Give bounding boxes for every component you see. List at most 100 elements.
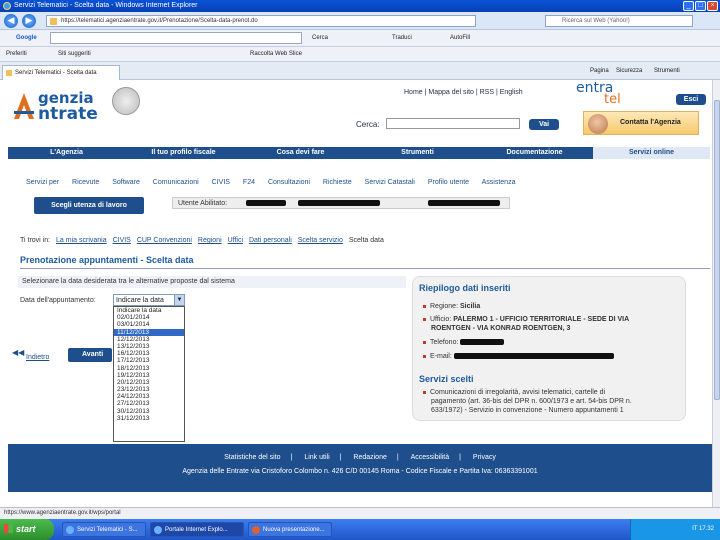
subnav-item[interactable]: Consultazioni [268, 179, 310, 186]
nav-agenzia[interactable]: L'Agenzia [8, 147, 125, 159]
date-option[interactable]: 27/12/2013 [114, 400, 184, 407]
subnav-item[interactable]: F24 [243, 179, 255, 186]
date-option[interactable]: 23/12/2013 [114, 386, 184, 393]
menu-sicurezza[interactable]: Sicurezza [616, 66, 642, 77]
window-title: Servizi Telematici - Scelta data - Windo… [14, 2, 198, 9]
subnav-item[interactable]: Richieste [323, 179, 352, 186]
nav-documentazione[interactable]: Documentazione [476, 147, 593, 159]
subnav-item[interactable]: Servizi per [26, 179, 59, 186]
toolbar-traduci[interactable]: Traduci [392, 33, 412, 44]
date-option[interactable]: 16/12/2013 [114, 350, 184, 357]
choose-utenza-button[interactable]: Scegli utenza di lavoro [34, 197, 144, 214]
breadcrumb-link[interactable]: CUP Convenzioni [137, 237, 192, 244]
summary-telefono: Telefono: [423, 339, 505, 346]
minimize-button[interactable]: _ [683, 1, 694, 11]
forward-button[interactable]: ▶ [22, 14, 36, 28]
nav-strumenti[interactable]: Strumenti [359, 147, 476, 159]
subnav-item[interactable]: Servizi Catastali [365, 179, 415, 186]
date-option[interactable]: 18/12/2013 [114, 365, 184, 372]
start-button[interactable]: start [0, 519, 54, 540]
date-option[interactable]: 19/12/2013 [114, 372, 184, 379]
breadcrumb-link[interactable]: Regioni [198, 237, 222, 244]
footer-link[interactable]: Privacy [473, 454, 496, 461]
date-option[interactable]: 31/12/2013 [114, 415, 184, 422]
date-dropdown-list: Indicare la data 02/01/2014 03/01/2014 11/1… [113, 306, 185, 442]
title-divider [20, 268, 710, 269]
fav-siti-suggeriti[interactable]: Siti suggeriti [58, 49, 91, 60]
date-option[interactable]: 02/01/2014 [114, 314, 184, 321]
subnav-item[interactable]: Assistenza [482, 179, 516, 186]
subnav-item[interactable]: Software [112, 179, 140, 186]
maximize-button[interactable]: □ [695, 1, 706, 11]
taskbar-task[interactable]: Portale Internet Explo... [150, 522, 244, 537]
google-search-input[interactable] [50, 32, 302, 44]
form-instruction: Selezionare la data desiderata tra le al… [18, 276, 406, 288]
taskbar-task[interactable]: Servizi Telematici - S... [62, 522, 146, 537]
url-text: https://telematici.agenziaentrate.gov.it… [61, 18, 258, 24]
search-label: Cerca: [356, 120, 380, 129]
subnav-item[interactable]: Ricevute [72, 179, 99, 186]
date-option[interactable]: 24/12/2013 [114, 393, 184, 400]
ufficio-label: Ufficio: [430, 316, 452, 323]
nav-cosa-devi-fare[interactable]: Cosa devi fare [242, 147, 359, 159]
breadcrumb-link[interactable]: Scelta servizio [298, 237, 343, 244]
redacted-name [246, 200, 286, 206]
date-option[interactable]: 13/12/2013 [114, 343, 184, 350]
task-label: Nuova presentazione... [263, 527, 325, 533]
date-option[interactable]: 11/12/2013 [114, 328, 184, 336]
breadcrumb-link[interactable]: CIVIS [113, 237, 131, 244]
date-option[interactable]: 12/12/2013 [114, 336, 184, 343]
footer-address: Agenzia delle Entrate via Cristoforo Col… [182, 468, 538, 475]
subnav-item[interactable]: Profilo utente [428, 179, 469, 186]
date-label: Data dell'appuntamento: [20, 297, 96, 304]
date-select[interactable]: Indicare la data ▼ [113, 294, 185, 306]
redacted-sede [428, 200, 500, 206]
favorites-button[interactable]: Preferiti [6, 49, 27, 60]
back-button[interactable]: ◀ [4, 14, 18, 28]
top-links[interactable]: Home | Mappa del sito | RSS | English [404, 89, 523, 96]
url-field[interactable]: https://telematici.agenziaentrate.gov.it… [46, 15, 476, 27]
site-search-input[interactable] [386, 118, 520, 129]
taskbar-task[interactable]: Nuova presentazione... [248, 522, 332, 537]
summary-email: E-mail: [423, 353, 614, 360]
republic-emblem-icon [112, 87, 140, 115]
date-select-value: Indicare la data [116, 297, 164, 304]
page-footer: Statistiche del sito | Link utili | Redazi… [8, 444, 712, 492]
breadcrumb-link[interactable]: La mia scrivania [56, 237, 107, 244]
logout-button[interactable]: Esci [676, 94, 706, 105]
search-go-button[interactable]: Vai [529, 119, 559, 130]
chevron-down-icon[interactable]: ▼ [174, 295, 184, 305]
subnav-item[interactable]: CIVIS [212, 179, 230, 186]
scroll-thumb[interactable] [714, 100, 720, 400]
footer-link[interactable]: Statistiche del sito [224, 454, 280, 461]
web-search-input[interactable]: Ricerca sul Web (Yahoo!) [545, 15, 693, 27]
next-button[interactable]: Avanti [68, 348, 112, 362]
windows-flag-icon [4, 524, 13, 533]
breadcrumb-current: Scelta data [348, 237, 384, 244]
breadcrumb-link[interactable]: Dati personali [249, 237, 292, 244]
date-option[interactable]: 30/12/2013 [114, 408, 184, 415]
nav-profilo-fiscale[interactable]: Il tuo profilo fiscale [125, 147, 242, 159]
date-option[interactable]: Indicare la data [114, 307, 184, 314]
footer-link[interactable]: Accessibilità [411, 454, 450, 461]
browser-tab[interactable]: Servizi Telematici - Scelta data [2, 65, 120, 80]
favorites-bar: Preferiti Siti suggeriti Raccolta Web Sl… [0, 47, 720, 62]
back-link[interactable]: Indietro [26, 354, 49, 361]
subnav-item[interactable]: Comunicazioni [153, 179, 199, 186]
date-option[interactable]: 17/12/2013 [114, 357, 184, 364]
toolbar-autofill[interactable]: AutoFill [450, 33, 470, 44]
date-option[interactable]: 20/12/2013 [114, 379, 184, 386]
breadcrumb-link[interactable]: Uffici [228, 237, 243, 244]
footer-link[interactable]: Link utili [304, 454, 329, 461]
contact-agency-banner[interactable]: Contatta l'Agenzia [583, 111, 699, 135]
nav-servizi-online[interactable]: Servizi online [593, 147, 710, 159]
menu-pagina[interactable]: Pagina [590, 66, 609, 77]
menu-strumenti[interactable]: Strumenti [654, 66, 680, 77]
close-button[interactable]: × [707, 1, 718, 11]
date-option[interactable]: 03/01/2014 [114, 321, 184, 328]
fav-web-slice[interactable]: Raccolta Web Slice [250, 49, 302, 60]
back-arrow-icon[interactable]: ◀◀ [12, 349, 24, 357]
toolbar-cerca[interactable]: Cerca [312, 33, 328, 44]
footer-link[interactable]: Redazione [353, 454, 386, 461]
vertical-scrollbar[interactable] [712, 80, 720, 507]
